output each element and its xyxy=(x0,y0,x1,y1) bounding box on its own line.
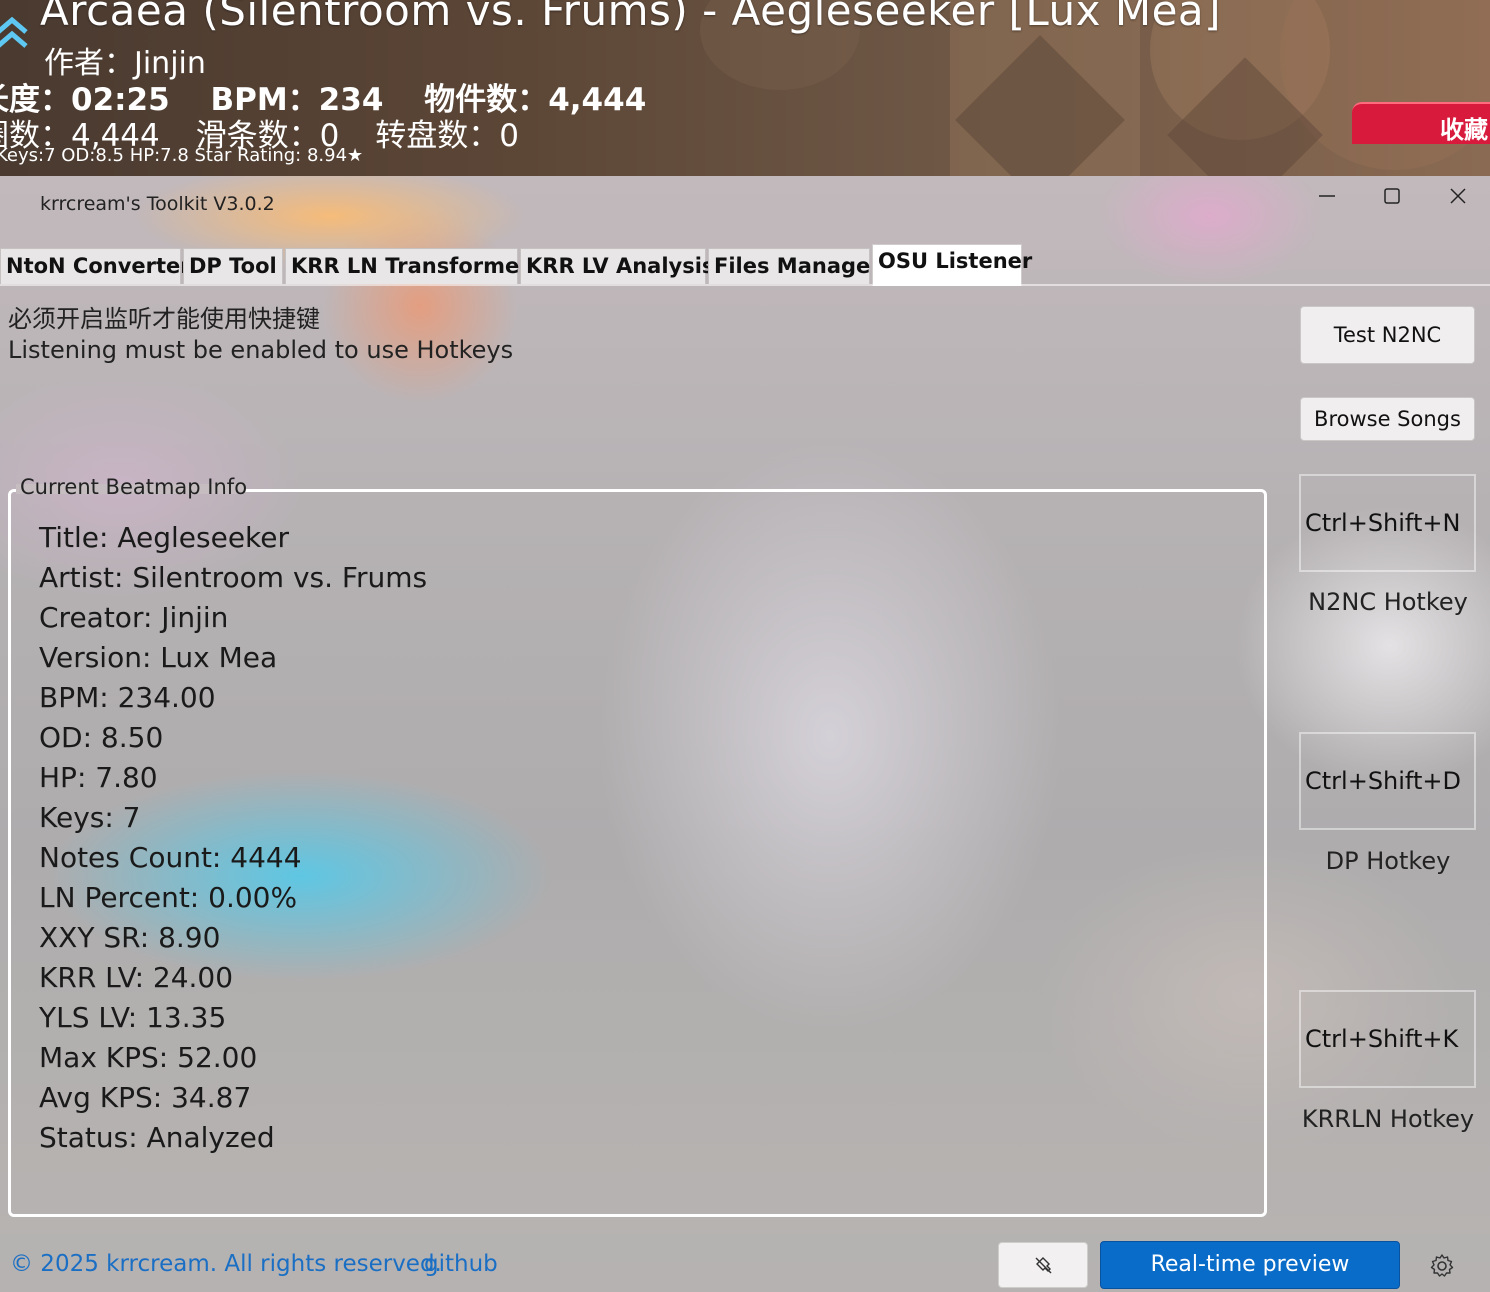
info-notes-count: Notes Count: 4444 xyxy=(39,841,302,874)
copyright-link[interactable]: © 2025 krrcream. All rights reserved. xyxy=(10,1251,442,1277)
info-keys: Keys: 7 xyxy=(39,801,141,834)
osu-song-header: Arcaea (Silentroom vs. Frums) - Aeglesee… xyxy=(0,0,1490,176)
favorite-button[interactable]: 收藏 xyxy=(1352,102,1490,144)
minimize-icon xyxy=(1319,195,1335,197)
toolkit-window: krrcream's Toolkit V3.0.2 NtoN Converter… xyxy=(0,176,1490,1292)
tab-dp-tool[interactable]: DP Tool xyxy=(183,248,283,284)
tab-krr-ln-transformer[interactable]: KRR LN Transformer xyxy=(285,248,530,284)
test-n2nc-button[interactable]: Test N2NC xyxy=(1300,306,1475,364)
dp-hotkey-input[interactable]: Ctrl+Shift+D xyxy=(1299,732,1476,830)
info-artist: Artist: Silentroom vs. Frums xyxy=(39,561,428,594)
gear-icon[interactable] xyxy=(1428,1252,1456,1280)
info-bpm: BPM: 234.00 xyxy=(39,681,216,714)
beatmap-info-legend: Current Beatmap Info xyxy=(20,475,248,499)
hotkey-notice: 必须开启监听才能使用快捷键 Listening must be enabled … xyxy=(8,304,513,366)
close-button[interactable] xyxy=(1428,180,1488,212)
info-max-kps: Max KPS: 52.00 xyxy=(39,1041,258,1074)
song-difficulty-meta: Keys:7 OD:8.5 HP:7.8 Star Rating: 8.94★ xyxy=(0,145,364,166)
notice-en: Listening must be enabled to use Hotkeys xyxy=(8,336,514,364)
info-krr-lv: KRR LV: 24.00 xyxy=(39,961,234,994)
info-creator: Creator: Jinjin xyxy=(39,601,229,634)
info-xxy-sr: XXY SR: 8.90 xyxy=(39,921,221,954)
info-status: Status: Analyzed xyxy=(39,1121,275,1154)
maximize-icon xyxy=(1384,188,1400,204)
tab-krr-lv-analysis[interactable]: KRR LV Analysis xyxy=(520,248,714,284)
chevron-up-icon xyxy=(0,16,28,48)
tab-divider xyxy=(0,284,1490,286)
tab-files-manager[interactable]: Files Manager xyxy=(708,248,881,284)
info-version: Version: Lux Mea xyxy=(39,641,278,674)
realtime-preview-button[interactable]: Real-time preview xyxy=(1100,1241,1400,1289)
info-hp: HP: 7.80 xyxy=(39,761,158,794)
beatmap-info-list: Title: Aegleseeker Artist: Silentroom vs… xyxy=(39,518,427,1158)
unpin-icon xyxy=(1035,1257,1052,1274)
notice-zh: 必须开启监听才能使用快捷键 xyxy=(8,305,320,333)
song-spinners: 转盘数：0 xyxy=(375,118,519,154)
song-title: Arcaea (Silentroom vs. Frums) - Aeglesee… xyxy=(40,0,1222,35)
window-title: krrcream's Toolkit V3.0.2 xyxy=(40,193,275,215)
info-avg-kps: Avg KPS: 34.87 xyxy=(39,1081,252,1114)
info-od: OD: 8.50 xyxy=(39,721,164,754)
info-title: Title: Aegleseeker xyxy=(39,521,290,554)
krrln-hotkey-label: KRRLN Hotkey xyxy=(1301,1105,1475,1133)
maximize-button[interactable] xyxy=(1362,180,1422,212)
tab-nton-converter[interactable]: NtoN Converter xyxy=(0,248,191,284)
unpin-button[interactable] xyxy=(998,1242,1088,1288)
browse-songs-button[interactable]: Browse Songs xyxy=(1300,397,1475,441)
close-icon xyxy=(1450,188,1466,204)
n2nc-hotkey-input[interactable]: Ctrl+Shift+N xyxy=(1299,474,1476,572)
info-ln-percent: LN Percent: 0.00% xyxy=(39,881,298,914)
tab-bar: NtoN Converter DP Tool KRR LN Transforme… xyxy=(0,244,1490,286)
n2nc-hotkey-label: N2NC Hotkey xyxy=(1308,588,1468,616)
github-link[interactable]: github xyxy=(424,1251,498,1277)
minimize-button[interactable] xyxy=(1297,180,1357,212)
krrln-hotkey-input[interactable]: Ctrl+Shift+K xyxy=(1299,990,1476,1088)
dp-hotkey-label: DP Hotkey xyxy=(1325,847,1451,875)
info-yls-lv: YLS LV: 13.35 xyxy=(39,1001,227,1034)
tab-osu-listener[interactable]: OSU Listener xyxy=(872,244,1032,286)
